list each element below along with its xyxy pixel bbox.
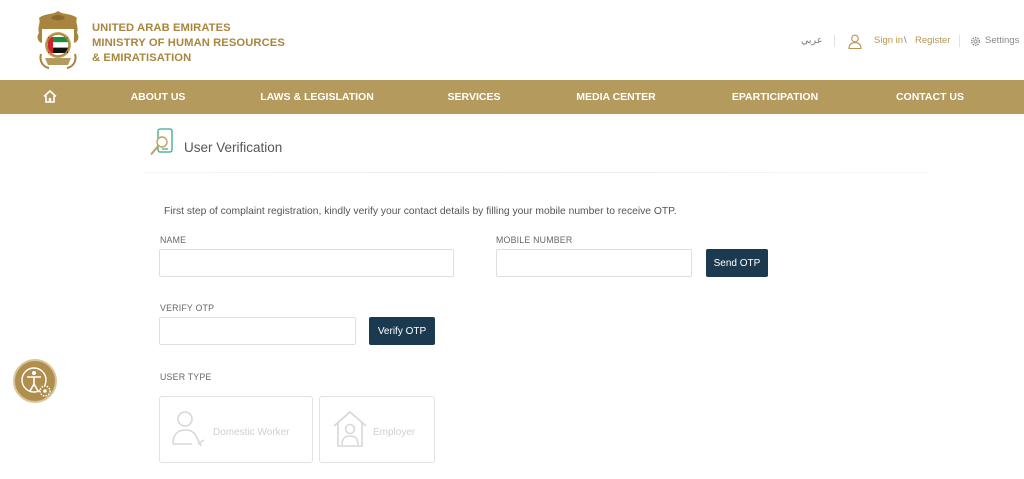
mobile-search-icon [150,128,173,156]
nav-contact-us[interactable]: CONTACT US [896,80,964,114]
nav-eparticipation[interactable]: EPARTICIPATION [732,80,818,114]
employer-icon [333,410,367,447]
nav-services[interactable]: SERVICES [448,80,501,114]
verify-otp-label: VERIFY OTP [160,303,215,313]
register-link[interactable]: Register [915,35,950,46]
divider [834,35,835,47]
user-icon[interactable] [848,34,862,49]
divider [959,35,960,47]
accessibility-button[interactable] [13,359,57,403]
mobile-number-input[interactable] [496,249,692,277]
home-icon[interactable] [43,90,57,103]
main-nav: ABOUT US LAWS & LEGISLATION SERVICES MED… [0,80,1024,114]
domestic-worker-label: Domestic Worker [213,427,290,438]
uae-emblem-logo[interactable] [33,9,83,71]
domestic-worker-icon [172,411,205,447]
ministry-line-3: & EMIRATISATION [92,52,192,64]
sign-in-link[interactable]: Sign in [874,35,903,46]
user-type-label: USER TYPE [160,372,212,382]
link-separator: \ [904,35,907,46]
nav-media-center[interactable]: MEDIA CENTER [576,80,656,114]
nav-about-us[interactable]: ABOUT US [131,80,186,114]
ministry-name[interactable]: UNITED ARAB EMIRATES MINISTRY OF HUMAN R… [92,21,285,66]
gear-icon[interactable] [970,36,981,47]
name-label: NAME [160,235,187,245]
language-toggle[interactable]: عربي [801,35,822,46]
user-type-domestic-worker[interactable]: Domestic Worker [159,396,313,463]
ministry-line-2: MINISTRY OF HUMAN RESOURCES [92,37,285,49]
header: UNITED ARAB EMIRATES MINISTRY OF HUMAN R… [0,0,1024,80]
verify-otp-button[interactable]: Verify OTP [369,317,435,345]
name-input[interactable] [159,249,454,277]
employer-label: Employer [373,427,416,438]
ministry-line-1: UNITED ARAB EMIRATES [92,22,231,34]
nav-laws-legislation[interactable]: LAWS & LEGISLATION [260,80,374,114]
accessibility-icon [21,367,51,397]
intro-text: First step of complaint registration, ki… [164,206,677,217]
verify-otp-input[interactable] [159,317,356,345]
section-divider [143,172,929,173]
mobile-number-label: MOBILE NUMBER [496,235,573,245]
user-type-employer[interactable]: Employer [319,396,435,463]
page-title: User Verification [184,140,283,155]
settings-link[interactable]: Settings [985,35,1019,46]
send-otp-button[interactable]: Send OTP [706,249,768,277]
